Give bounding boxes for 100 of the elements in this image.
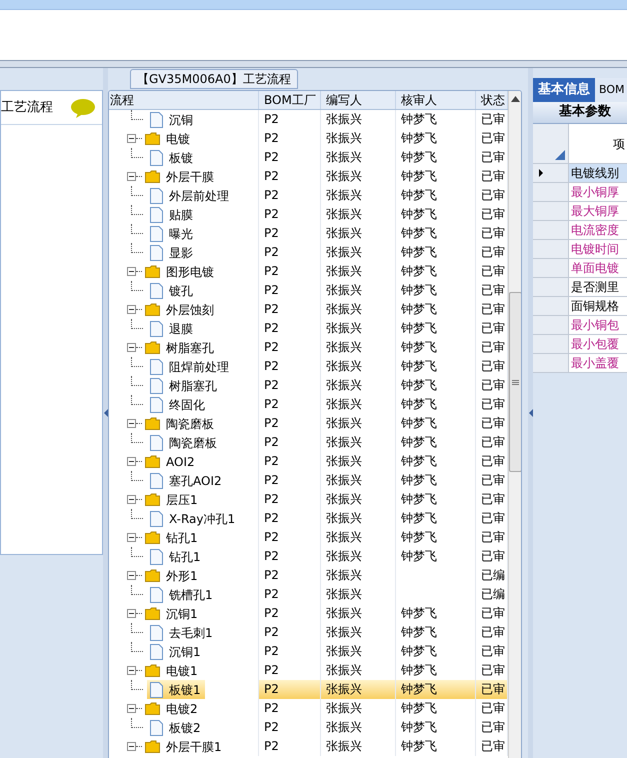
table-cell: P2 — [264, 188, 279, 202]
table-cell: P2 — [264, 397, 279, 411]
tree-node[interactable]: 外形1 — [160, 566, 202, 584]
tree-node[interactable]: 曝光 — [163, 224, 197, 242]
table-cell: P2 — [264, 169, 279, 183]
table-cell: 钟梦飞 — [401, 169, 437, 183]
document-icon — [150, 188, 163, 204]
tree-node[interactable]: 层压1 — [160, 490, 202, 508]
tree-node[interactable]: 沉铜1 — [163, 642, 205, 660]
document-icon — [150, 244, 163, 260]
table-cell: 张振兴 — [326, 682, 362, 696]
table-cell: 钟梦飞 — [401, 435, 437, 449]
collapse-toggle-icon[interactable] — [127, 495, 136, 504]
tree-node[interactable]: 终固化 — [163, 396, 209, 414]
tree-node[interactable]: 陶瓷磨板 — [160, 414, 218, 432]
table-cell: P2 — [264, 625, 279, 639]
table-cell: P2 — [264, 226, 279, 240]
table-cell: P2 — [264, 131, 279, 145]
table-cell: P2 — [264, 720, 279, 734]
tree-node[interactable]: 外层干膜 — [160, 168, 218, 186]
table-cell: 已审 — [481, 530, 505, 544]
table-cell: 已审 — [481, 378, 505, 392]
collapse-toggle-icon[interactable] — [127, 666, 136, 675]
tree-node[interactable]: 钻孔1 — [160, 528, 202, 546]
tree-node[interactable]: 外层蚀刻 — [160, 300, 218, 318]
row-pointer-icon — [539, 169, 543, 177]
table-cell: 张振兴 — [326, 321, 362, 335]
tree-node[interactable]: 外层前处理 — [163, 186, 233, 204]
tree-node[interactable]: 图形电镀 — [160, 262, 218, 280]
table-cell: 张振兴 — [326, 492, 362, 506]
tree-node[interactable]: 外层干膜1 — [160, 738, 226, 756]
tree-node[interactable]: 显影 — [163, 244, 197, 262]
table-cell: P2 — [264, 587, 279, 601]
collapse-toggle-icon[interactable] — [127, 419, 136, 428]
column-header[interactable]: 核审人 — [401, 93, 437, 107]
column-header[interactable]: 流程 — [110, 93, 134, 107]
column-header[interactable]: 编写人 — [326, 93, 362, 107]
table-cell: 钟梦飞 — [401, 454, 437, 468]
collapse-arrow-icon[interactable] — [104, 409, 108, 417]
tree-node[interactable]: 沉铜1 — [160, 604, 202, 622]
collapse-arrow-icon[interactable] — [528, 409, 532, 417]
document-icon — [150, 358, 163, 374]
collapse-toggle-icon[interactable] — [127, 704, 136, 713]
collapse-toggle-icon[interactable] — [127, 305, 136, 314]
tree-node[interactable]: 板镀2 — [163, 718, 205, 736]
tree-node[interactable]: 电镀 — [160, 130, 194, 148]
document-icon — [150, 396, 163, 412]
collapse-toggle-icon[interactable] — [127, 267, 136, 276]
table-cell: 钟梦飞 — [401, 416, 437, 430]
table-cell: 钟梦飞 — [401, 663, 437, 677]
scrollbar[interactable] — [508, 91, 521, 758]
tree-node[interactable]: X-Ray冲孔1 — [163, 510, 240, 528]
tree-node[interactable]: 铣槽孔1 — [163, 586, 217, 604]
tab[interactable]: 基本信息 — [533, 78, 595, 102]
scroll-up-arrow-icon[interactable] — [511, 96, 520, 102]
table-cell: P2 — [264, 701, 279, 715]
tree-node[interactable]: 树脂塞孔 — [160, 338, 218, 356]
document-icon — [150, 586, 163, 602]
corner-triangle-icon — [555, 150, 565, 160]
collapse-toggle-icon[interactable] — [127, 457, 136, 466]
tree-node[interactable]: 退膜 — [163, 320, 197, 338]
column-header[interactable]: BOM工厂 — [264, 93, 316, 107]
table-cell: P2 — [264, 492, 279, 506]
document-icon — [150, 150, 163, 166]
tree-node[interactable]: 阻焊前处理 — [163, 358, 233, 376]
table-cell: 张振兴 — [326, 568, 362, 582]
parameter-name: 电流密度 — [571, 223, 619, 237]
tree-node[interactable]: 陶瓷磨板 — [163, 434, 221, 452]
tree-node[interactable]: 镀孔 — [163, 282, 197, 300]
group-title: 【GV35M006A0】工艺流程 — [130, 69, 298, 89]
collapse-toggle-icon[interactable] — [127, 134, 136, 143]
collapse-toggle-icon[interactable] — [127, 571, 136, 580]
tree-node[interactable]: AOI2 — [160, 452, 199, 470]
table-cell: P2 — [264, 739, 279, 753]
collapse-toggle-icon[interactable] — [127, 609, 136, 618]
collapse-toggle-icon[interactable] — [127, 343, 136, 352]
tree-node[interactable]: 塞孔AOI2 — [163, 472, 226, 490]
tree-node[interactable]: 贴膜 — [163, 206, 197, 224]
folder-icon — [145, 417, 160, 430]
folder-icon — [145, 303, 160, 316]
tree-node[interactable]: 去毛刺1 — [163, 624, 217, 642]
column-header[interactable]: 状态 — [481, 93, 505, 107]
table-cell: 已审 — [481, 131, 505, 145]
collapse-toggle-icon[interactable] — [127, 172, 136, 181]
tree-node[interactable]: 钻孔1 — [163, 548, 205, 566]
table-cell: 钟梦飞 — [401, 682, 437, 696]
row-header[interactable] — [533, 164, 569, 182]
table-cell: 张振兴 — [326, 245, 362, 259]
tree-node[interactable]: 沉铜 — [163, 110, 197, 128]
tree-node[interactable]: 板镀 — [163, 148, 197, 166]
table-cell: 张振兴 — [326, 416, 362, 430]
tab[interactable]: BOM — [595, 78, 627, 102]
collapse-toggle-icon[interactable] — [127, 533, 136, 542]
table-cell: 已审 — [481, 264, 505, 278]
scroll-thumb[interactable] — [509, 292, 521, 472]
collapse-toggle-icon[interactable] — [127, 742, 136, 751]
tree-node[interactable]: 电镀1 — [160, 662, 202, 680]
table-cell: 钟梦飞 — [401, 112, 437, 126]
tree-node[interactable]: 树脂塞孔 — [163, 376, 221, 394]
tree-node[interactable]: 电镀2 — [160, 700, 202, 718]
